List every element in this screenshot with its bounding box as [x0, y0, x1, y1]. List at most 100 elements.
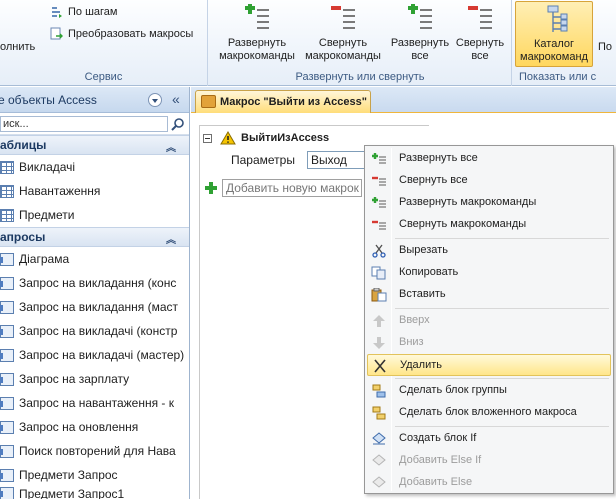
menu-item-copy[interactable]: Копировать [367, 262, 611, 284]
macro-params-row: Параметры Выход [231, 151, 377, 169]
if-block-icon [372, 432, 386, 445]
menu-item-label: Создать блок If [399, 432, 477, 444]
menu-item-add-else[interactable]: Добавить Else [367, 472, 611, 494]
nav-collapse-icon[interactable]: « [172, 91, 180, 107]
nav-section-queries[interactable]: апросы ︽ [0, 227, 189, 247]
collapse-toggle-icon[interactable] [203, 133, 212, 143]
nav-item-query[interactable]: Запрос на навантаження - к [0, 391, 189, 415]
else-icon [372, 476, 386, 488]
ribbon-group-expand-collapse: Развернуть макрокоманды Свернуть макроко… [209, 0, 512, 86]
nav-item-query[interactable]: Запрос на викладачі (констр [0, 319, 189, 343]
group-label-expand-collapse: Развернуть или свернуть [295, 71, 425, 83]
nav-dropdown-icon[interactable] [148, 93, 162, 107]
nav-header[interactable]: е объекты Access « [0, 87, 189, 113]
expand-actions-label: Развернуть макрокоманды [219, 37, 295, 62]
tab-macro[interactable]: Макрос "Выйти из Access" [195, 90, 371, 113]
add-new-action-combobox[interactable]: Добавить новую макрок [222, 179, 362, 197]
nav-item-label: Поиск повторений для Нава [19, 444, 176, 458]
menu-item-make-submacro-block[interactable]: Сделать блок вложенного макроса [367, 402, 611, 424]
macro-icon [201, 95, 216, 108]
nav-item-label: Запрос на викладання (конс [19, 276, 177, 290]
nav-section-tables[interactable]: аблицы ︽ [0, 135, 189, 155]
menu-item-label: Добавить Else If [399, 454, 482, 466]
menu-item-move-down[interactable]: Вниз [367, 332, 611, 354]
collapse-actions-icon [331, 6, 355, 29]
menu-item-label: Добавить Else [399, 476, 473, 488]
menu-item-make-group-block[interactable]: Сделать блок группы [367, 380, 611, 402]
next-ribbon-button[interactable]: По [598, 38, 612, 56]
nav-item-query[interactable]: Запрос на зарплату [0, 367, 189, 391]
nav-item-label: Запрос на оновлення [19, 420, 139, 434]
collapse-all-icon [372, 176, 386, 186]
add-new-action-row: Добавить новую макрок [205, 179, 362, 197]
macro-action-header: ВыйтиИзAccess [203, 129, 373, 147]
nav-item-query[interactable]: Діаграма [0, 247, 189, 271]
nav-search [0, 113, 189, 135]
action-catalog-icon [547, 5, 568, 32]
nav-item-query[interactable]: Запрос на оновлення [0, 415, 189, 439]
search-icon[interactable] [171, 117, 185, 131]
query-icon [0, 396, 14, 410]
group-block-icon [372, 384, 386, 398]
nav-item-query[interactable]: Запрос на викладання (маст [0, 295, 189, 319]
expand-actions-icon [245, 4, 269, 29]
convert-macro-icon [50, 27, 63, 40]
menu-item-label: Сделать блок группы [399, 384, 507, 396]
expand-actions-button[interactable]: Развернуть макрокоманды [215, 4, 299, 66]
paste-icon [371, 288, 387, 302]
arrow-down-icon [373, 337, 385, 349]
menu-item-label: Сделать блок вложенного макроса [399, 406, 577, 418]
arrow-up-icon [373, 315, 385, 327]
nav-item-table[interactable]: Викладачі [0, 155, 189, 179]
convert-macros-button[interactable]: Преобразовать макросы [50, 25, 193, 43]
plus-icon [205, 182, 217, 194]
expand-all-button[interactable]: Развернуть все [387, 4, 453, 66]
query-icon [0, 444, 14, 458]
menu-item-expand-all[interactable]: Развернуть все [367, 148, 611, 170]
nav-item-query[interactable]: Предмети Запрос1 [0, 487, 189, 499]
menu-separator [395, 308, 609, 309]
menu-item-delete[interactable]: Удалить [367, 354, 611, 376]
query-icon [0, 468, 14, 482]
menu-item-label: Вставить [399, 288, 446, 300]
collapse-all-label: Свернуть все [455, 37, 505, 62]
macro-action-block[interactable]: ВыйтиИзAccess [203, 129, 373, 147]
run-button[interactable]: олнить [0, 38, 35, 56]
collapse-all-button[interactable]: Свернуть все [452, 4, 508, 66]
menu-item-collapse-actions[interactable]: Свернуть макрокоманды [367, 214, 611, 236]
menu-item-add-else-if[interactable]: Добавить Else If [367, 450, 611, 472]
menu-separator [395, 238, 609, 239]
nav-item-table[interactable]: Предмети [0, 203, 189, 227]
menu-item-create-if-block[interactable]: Создать блок If [367, 428, 611, 450]
nav-item-label: Запрос на викладачі (констр [19, 324, 178, 338]
action-catalog-button[interactable]: Каталог макрокоманд [515, 1, 593, 67]
chevron-up-icon: ︽ [166, 143, 176, 154]
menu-separator [395, 426, 609, 427]
menu-item-move-up[interactable]: Вверх [367, 310, 611, 332]
nav-item-label: Навантаження [19, 184, 101, 198]
menu-item-cut[interactable]: Вырезать [367, 240, 611, 262]
convert-macros-label: Преобразовать макросы [68, 28, 194, 40]
params-label: Параметры [231, 153, 295, 167]
nav-title: е объекты Access [0, 92, 97, 107]
menu-item-expand-actions[interactable]: Развернуть макрокоманды [367, 192, 611, 214]
nav-item-query[interactable]: Предмети Запрос [0, 463, 189, 487]
menu-item-collapse-all[interactable]: Свернуть все [367, 170, 611, 192]
document-tab-bar: Макрос "Выйти из Access" [191, 87, 616, 113]
nav-item-table[interactable]: Навантаження [0, 179, 189, 203]
action-catalog-label: Каталог макрокоманд [520, 38, 588, 63]
ribbon: олнить По шагам Преобразовать макросы Се… [0, 0, 616, 86]
menu-item-label: Свернуть все [399, 174, 468, 186]
single-step-button[interactable]: По шагам [50, 3, 117, 21]
nav-search-input[interactable] [0, 116, 168, 132]
nav-item-query[interactable]: Поиск повторений для Нава [0, 439, 189, 463]
nav-item-query[interactable]: Запрос на викладання (конс [0, 271, 189, 295]
nav-item-query[interactable]: Запрос на викладачі (мастер) [0, 343, 189, 367]
table-icon [0, 184, 14, 198]
menu-item-paste[interactable]: Вставить [367, 284, 611, 306]
menu-item-label: Вниз [399, 336, 424, 348]
collapse-actions-button[interactable]: Свернуть макрокоманды [303, 4, 383, 66]
expand-all-label: Развернуть все [390, 37, 450, 62]
menu-item-label: Развернуть все [399, 152, 478, 164]
macro-action-name: ВыйтиИзAccess [241, 132, 330, 144]
